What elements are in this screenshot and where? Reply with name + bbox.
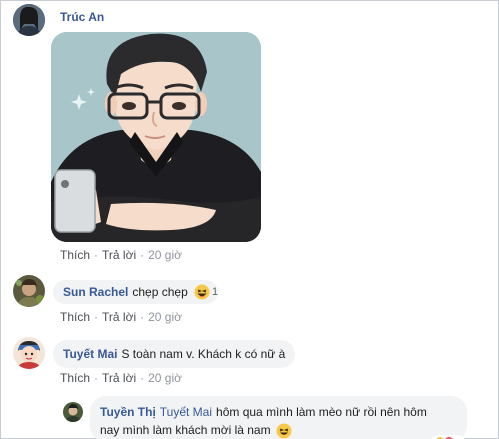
reply-link[interactable]: Trả lời [102, 248, 136, 262]
avatar-tuyet-mai[interactable] [13, 337, 45, 369]
comment-text-line2: nay mình làm khách mời là nam [100, 423, 271, 437]
comment-time[interactable]: 20 giờ [148, 248, 182, 262]
avatar-tuyen-thi[interactable] [63, 402, 83, 422]
comment-image[interactable] [51, 32, 261, 242]
mention-link[interactable]: Tuyết Mai [160, 405, 212, 419]
reply-bubble: Tuyền Thị Tuyết Mai hôm qua mình làm mèo n… [90, 396, 467, 439]
comment-actions: Thích · Trả lời · 20 giờ [60, 248, 182, 262]
comment-author[interactable]: Tuyền Thị [100, 405, 156, 419]
comment-time[interactable]: 20 giờ [148, 371, 182, 385]
reaction-badge[interactable]: 1 [194, 284, 218, 300]
comment-time[interactable]: 20 giờ [148, 310, 182, 324]
reply-reaction-badge[interactable] [431, 434, 465, 439]
comment-bubble: Tuyết Mai S toàn nam v. Khách k có nữ à [53, 340, 296, 368]
reply-link[interactable]: Trả lời [102, 371, 136, 385]
man-with-glasses-illustration [51, 32, 261, 242]
comment-author[interactable]: Trúc An [60, 10, 104, 24]
avatar-truc-an[interactable] [13, 4, 45, 36]
avatar-photo-icon [13, 4, 45, 36]
like-link[interactable]: Thích [60, 248, 90, 262]
comment-thread: Trúc An Thích · Trả lời · 20 giờ Sun Rac… [0, 0, 499, 439]
love-reaction-icon [431, 435, 465, 439]
reaction-count: 1 [212, 286, 219, 299]
avatar-photo-icon [13, 275, 45, 307]
avatar-cartoon-icon [13, 337, 45, 369]
comment-text: S toàn nam v. Khách k có nữ à [121, 347, 286, 361]
like-link[interactable]: Thích [60, 310, 90, 324]
reply-link[interactable]: Trả lời [102, 310, 136, 324]
haha-reaction-icon [194, 284, 210, 300]
comment-author[interactable]: Sun Rachel [63, 285, 128, 299]
comment-author[interactable]: Tuyết Mai [63, 347, 117, 361]
comment-actions: Thích · Trả lời · 20 giờ [60, 310, 182, 324]
like-link[interactable]: Thích [60, 371, 90, 385]
comment-text-line1: hôm qua mình làm mèo nữ rồi nên hôm [216, 405, 427, 419]
comment-actions: Thích · Trả lời · 20 giờ [60, 371, 182, 385]
laughing-emoji-icon [276, 423, 292, 439]
avatar-sun-rachel[interactable] [13, 275, 45, 307]
comment-text: chẹp chẹp [132, 285, 188, 299]
avatar-photo-icon [63, 402, 83, 422]
